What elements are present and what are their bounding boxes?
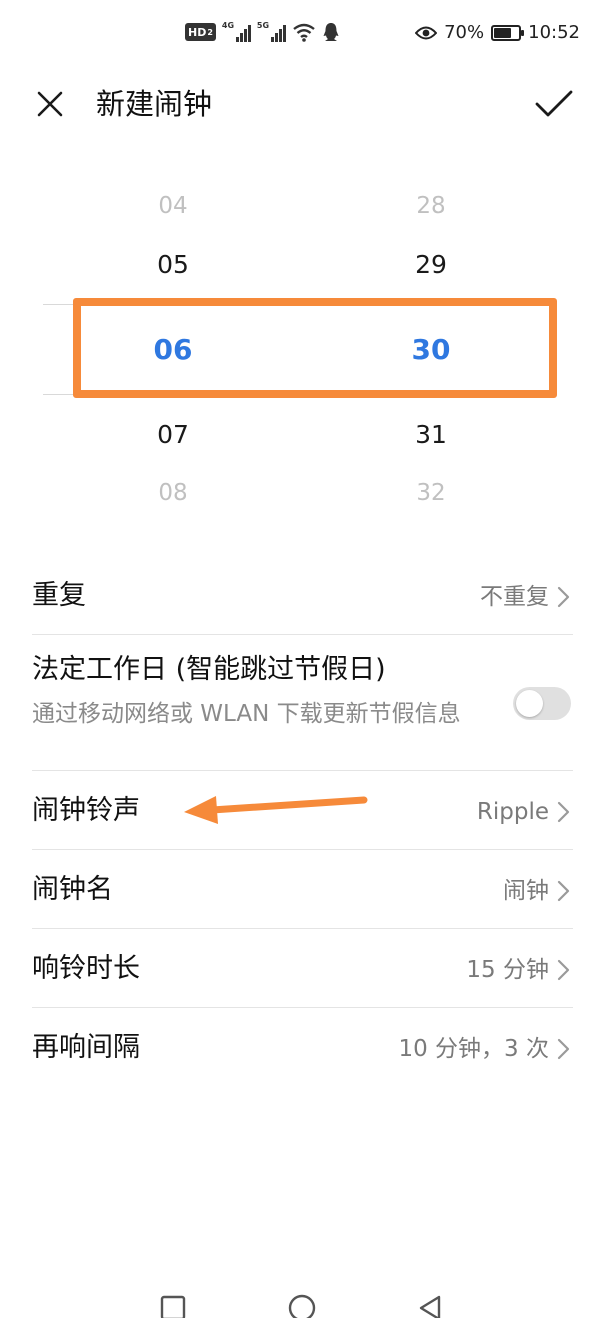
battery-icon (491, 24, 525, 41)
close-button[interactable] (30, 84, 70, 124)
chevron-right-icon (557, 801, 570, 823)
workday-row: 法定工作日 (智能跳过节假日) 通过移动网络或 WLAN 下载更新节假信息 (32, 635, 573, 771)
alarm-name-value: 闹钟 (503, 878, 549, 904)
home-circle-icon (288, 1294, 316, 1318)
annotation-highlight-box (73, 298, 557, 398)
page-title: 新建闹钟 (96, 87, 213, 121)
recents-square-icon (160, 1295, 186, 1318)
back-button[interactable] (412, 1290, 448, 1318)
wifi-icon (293, 23, 315, 42)
ringtone-value: Ripple (476, 799, 549, 825)
workday-label: 法定工作日 (智能跳过节假日) (32, 654, 386, 685)
chevron-right-icon (557, 880, 570, 902)
toggle-knob (516, 690, 543, 717)
minute-option[interactable]: 29 (371, 250, 491, 279)
ring-duration-label: 响铃时长 (32, 953, 140, 984)
system-nav-bar (0, 1290, 612, 1318)
chevron-right-icon (557, 959, 570, 981)
time-picker: 04 05 06 07 08 28 29 30 31 32 (0, 180, 612, 520)
recents-button[interactable] (155, 1290, 191, 1318)
battery-percent: 70% (444, 22, 485, 43)
workday-toggle[interactable] (513, 687, 571, 720)
snooze-label: 再响间隔 (32, 1032, 140, 1063)
minute-option[interactable]: 32 (371, 480, 491, 506)
back-triangle-icon (419, 1295, 441, 1318)
ring-duration-row[interactable]: 响铃时长 15 分钟 (32, 929, 573, 1008)
status-time: 10:52 (528, 22, 580, 43)
qq-icon (323, 23, 339, 41)
hour-option[interactable]: 07 (113, 420, 233, 449)
status-left-icons: HD 2 4G 5G (185, 21, 340, 42)
hour-option[interactable]: 08 (113, 480, 233, 506)
repeat-row[interactable]: 重复 不重复 (32, 556, 573, 635)
alarm-name-label: 闹钟名 (32, 874, 113, 905)
workday-sublabel: 通过移动网络或 WLAN 下载更新节假信息 (32, 701, 461, 727)
repeat-value: 不重复 (480, 584, 549, 610)
signal-icon: 4G (222, 21, 251, 42)
signal-icon: 5G (257, 21, 286, 42)
hour-option[interactable]: 04 (113, 193, 233, 219)
home-button[interactable] (284, 1290, 320, 1318)
hd-icon: HD 2 (185, 23, 216, 41)
check-icon (535, 90, 573, 117)
alarm-name-row[interactable]: 闹钟名 闹钟 (32, 850, 573, 929)
status-bar: HD 2 4G 5G 70% 10:52 (0, 0, 612, 70)
ring-duration-value: 15 分钟 (466, 957, 549, 983)
snooze-value: 10 分钟，3 次 (398, 1036, 549, 1062)
minute-option[interactable]: 28 (371, 193, 491, 219)
annotation-arrow (184, 796, 368, 824)
status-right-icons: 70% 10:52 (415, 22, 580, 43)
eye-icon (415, 26, 438, 39)
chevron-right-icon (557, 1038, 570, 1060)
minute-option[interactable]: 31 (371, 420, 491, 449)
ringtone-label: 闹钟铃声 (32, 795, 140, 826)
confirm-button[interactable] (532, 82, 576, 126)
chevron-right-icon (557, 586, 570, 608)
close-icon (37, 91, 63, 117)
top-app-bar: 新建闹钟 (0, 70, 612, 140)
snooze-row[interactable]: 再响间隔 10 分钟，3 次 (32, 1008, 573, 1087)
hour-option[interactable]: 05 (113, 250, 233, 279)
repeat-label: 重复 (32, 580, 86, 611)
